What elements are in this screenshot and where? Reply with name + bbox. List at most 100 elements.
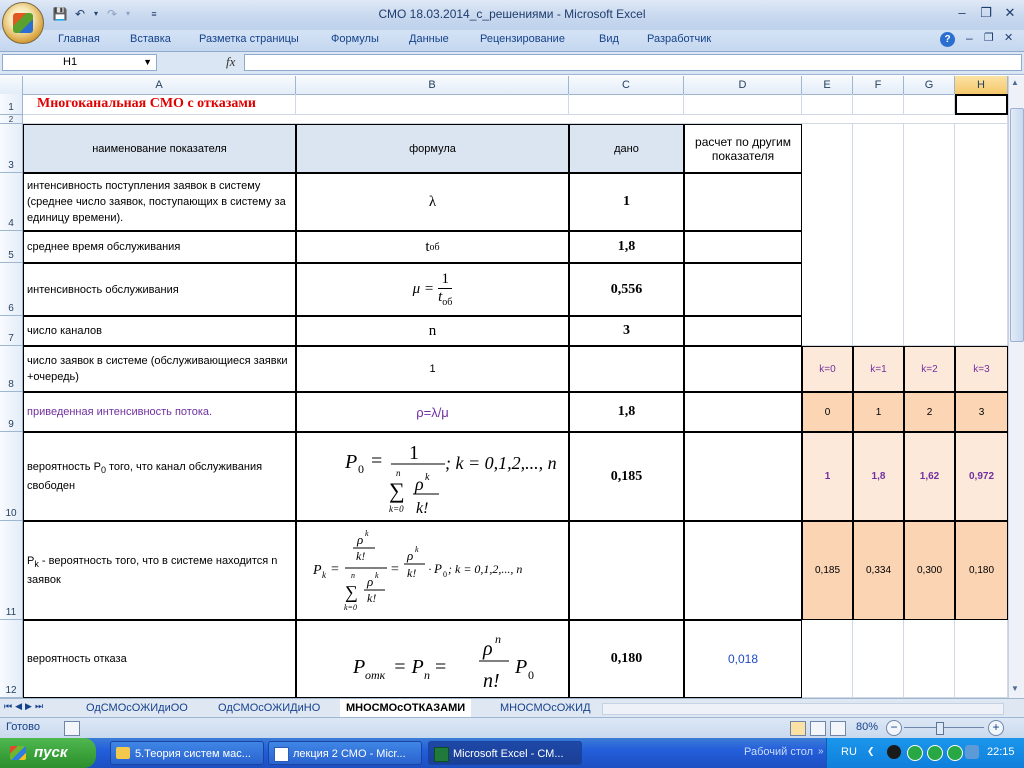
cell-h11[interactable]: 0,180 [955, 521, 1008, 620]
row-header-8[interactable]: 8 [0, 346, 23, 392]
column-header-b[interactable]: B [296, 76, 569, 94]
cell-a6[interactable]: интенсивность обслуживания [23, 263, 296, 316]
row-header-4[interactable]: 4 [0, 173, 23, 231]
zoom-out-icon[interactable]: − [886, 720, 902, 736]
ribbon-close-icon[interactable]: ✕ [1004, 31, 1013, 44]
cell-b7[interactable]: n [296, 316, 569, 346]
row-header-3[interactable]: 3 [0, 124, 23, 173]
ribbon-restore-icon[interactable]: ❐ [984, 31, 994, 44]
cell-a5[interactable]: среднее время обслуживания [23, 231, 296, 263]
fx-icon[interactable]: fx [226, 54, 235, 70]
row-header-11[interactable]: 11 [0, 521, 23, 620]
cell-c8[interactable] [569, 346, 684, 392]
cell-d7[interactable] [684, 316, 802, 346]
zoom-slider-thumb[interactable] [936, 722, 944, 735]
header-calc[interactable]: расчет по другим показателя [684, 124, 802, 173]
cell-h10[interactable]: 0,972 [955, 432, 1008, 521]
toolbar-expand-icon[interactable]: » [818, 746, 824, 757]
row-header-9[interactable]: 9 [0, 392, 23, 432]
cell-b1[interactable] [296, 94, 569, 115]
cell-f9[interactable]: 1 [853, 392, 904, 432]
cell-g8[interactable]: k=2 [904, 346, 955, 392]
column-header-e[interactable]: E [802, 76, 853, 94]
cell-d9[interactable] [684, 392, 802, 432]
cell-h3-h7[interactable] [955, 124, 1008, 346]
minimize-icon[interactable]: – [950, 4, 974, 22]
macro-record-icon[interactable] [64, 721, 80, 736]
cell-h9[interactable]: 3 [955, 392, 1008, 432]
cell-c6[interactable]: 0,556 [569, 263, 684, 316]
cell-g9[interactable]: 2 [904, 392, 955, 432]
tab-data[interactable]: Данные [409, 33, 449, 45]
cell-c11[interactable] [569, 521, 684, 620]
clock[interactable]: 22:15 [987, 746, 1015, 758]
cell-d6[interactable] [684, 263, 802, 316]
cell-h12[interactable] [955, 620, 1008, 698]
cell-a7[interactable]: число каналов [23, 316, 296, 346]
cell-a11[interactable]: Pk - вероятность того, что в системе нах… [23, 521, 296, 620]
header-given[interactable]: дано [569, 124, 684, 173]
cell-e1[interactable] [802, 94, 853, 115]
tab-insert[interactable]: Вставка [130, 33, 171, 45]
cell-e9[interactable]: 0 [802, 392, 853, 432]
column-header-h[interactable]: H [955, 76, 1008, 94]
cell-h1-selected[interactable] [955, 94, 1008, 115]
cell-f8[interactable]: k=1 [853, 346, 904, 392]
scroll-down-icon[interactable]: ▼ [1011, 684, 1019, 693]
cell-c12[interactable]: 0,180 [569, 620, 684, 698]
name-box[interactable]: H1 ▼ [2, 54, 157, 71]
cell-f3-f7[interactable] [853, 124, 904, 346]
header-formula[interactable]: формула [296, 124, 569, 173]
zoom-level[interactable]: 80% [856, 721, 878, 733]
cell-e10[interactable]: 1 [802, 432, 853, 521]
cell-a12[interactable]: вероятность отказа [23, 620, 296, 698]
name-box-dropdown-icon[interactable]: ▼ [143, 55, 152, 70]
cell-d5[interactable] [684, 231, 802, 263]
scroll-up-icon[interactable]: ▲ [1011, 78, 1019, 87]
tab-developer[interactable]: Разработчик [647, 33, 711, 45]
page-layout-view-icon[interactable] [810, 721, 826, 736]
tray-app-icon-5[interactable] [965, 745, 979, 759]
help-icon[interactable]: ? [940, 32, 955, 47]
cell-a9[interactable]: приведенная интенсивность потока. [23, 392, 296, 432]
tray-app-icon-3[interactable] [927, 745, 943, 761]
cell-c4[interactable]: 1 [569, 173, 684, 231]
task-excel[interactable]: Microsoft Excel - СМ... [428, 741, 582, 765]
vertical-scroll-thumb[interactable] [1010, 108, 1024, 342]
cell-d12[interactable]: 0,018 [684, 620, 802, 698]
tray-app-icon-1[interactable] [887, 745, 901, 759]
row-header-7[interactable]: 7 [0, 316, 23, 346]
zoom-in-icon[interactable]: + [988, 720, 1004, 736]
cell-c9[interactable]: 1,8 [569, 392, 684, 432]
cell-b5[interactable]: t об [296, 231, 569, 263]
office-button[interactable] [2, 2, 44, 44]
cell-a4[interactable]: интенсивность поступления заявок в систе… [23, 173, 296, 231]
sheet-tab-active[interactable]: МНОСМОсОТКАЗАМИ [340, 699, 472, 719]
tab-formulas[interactable]: Формулы [331, 33, 379, 45]
tray-app-icon-4[interactable] [947, 745, 963, 761]
sheet-nav-icons[interactable]: ⏮◀▶⏭ [4, 701, 46, 712]
formula-input[interactable] [244, 54, 1022, 71]
cell-g10[interactable]: 1,62 [904, 432, 955, 521]
cell-b4[interactable]: λ [296, 173, 569, 231]
row-header-12[interactable]: 12 [0, 620, 23, 698]
horizontal-scrollbar[interactable] [602, 703, 1004, 715]
tab-home[interactable]: Главная [58, 33, 100, 45]
cell-b10[interactable]: P 0 = 1 n ∑ k=0 ρ k k! ; k = 0,1,2,..., … [296, 432, 569, 521]
task-word[interactable]: лекция 2 СМО - Micr... [268, 741, 422, 765]
tab-review[interactable]: Рецензирование [480, 33, 565, 45]
task-folder[interactable]: 5.Теория систем мас... [110, 741, 264, 765]
cell-a8[interactable]: число заявок в системе (обслуживающиеся … [23, 346, 296, 392]
tab-view[interactable]: Вид [599, 33, 619, 45]
cell-e8[interactable]: k=0 [802, 346, 853, 392]
cell-g12[interactable] [904, 620, 955, 698]
cell-b8[interactable]: 1 [296, 346, 569, 392]
tab-page-layout[interactable]: Разметка страницы [199, 33, 299, 45]
sheet-tab-1[interactable]: ОдСМОсОЖИдиОО [80, 699, 194, 717]
cell-c7[interactable]: 3 [569, 316, 684, 346]
start-button[interactable]: пуск [0, 738, 96, 768]
cell-e12[interactable] [802, 620, 853, 698]
row-header-5[interactable]: 5 [0, 231, 23, 263]
language-indicator[interactable]: RU [841, 746, 857, 758]
cell-e3-e7[interactable] [802, 124, 853, 346]
